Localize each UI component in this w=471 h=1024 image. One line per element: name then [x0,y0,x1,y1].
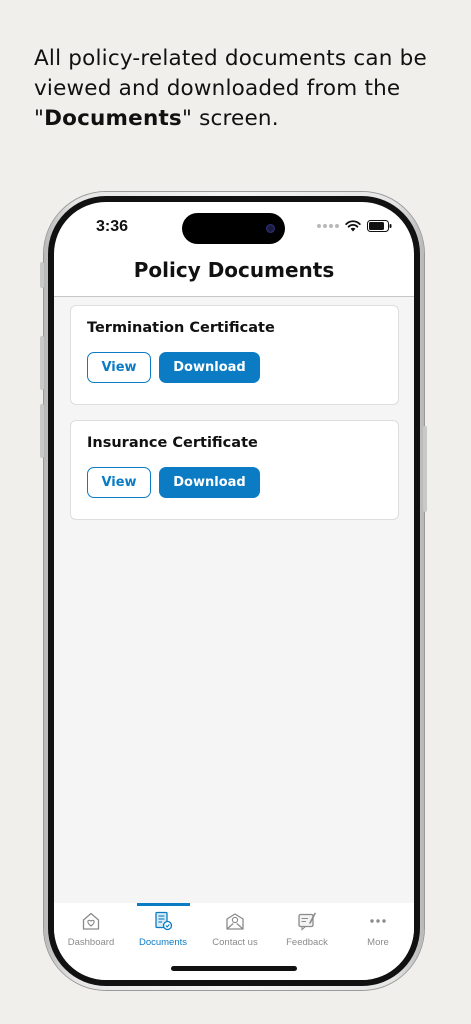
caption-quote-open: " [34,106,45,131]
tab-label: More [367,937,389,948]
document-card: Termination Certificate View Download [70,305,399,405]
home-indicator[interactable] [171,966,297,971]
document-icon [155,911,173,931]
tab-contact-us[interactable]: Contact us [199,903,271,963]
signal-icon [317,224,339,228]
camera-icon [266,224,275,233]
phone-screen: 3:36 Policy Documents Termination Certif… [54,202,414,980]
tab-dashboard[interactable]: Dashboard [55,903,127,963]
promo-caption: All policy-related documents can be view… [34,44,444,134]
feedback-icon [298,912,316,931]
document-title: Termination Certificate [87,320,275,336]
caption-text-1: All policy-related documents can be view… [34,46,427,101]
caption-quote-close: " [181,106,193,131]
tab-more[interactable]: More [342,903,414,963]
dynamic-island [182,213,285,244]
more-dots-icon [370,919,386,923]
phone-volume-down-button [40,404,44,458]
tab-feedback[interactable]: Feedback [271,903,343,963]
page-title: Policy Documents [133,258,335,282]
phone-power-button [423,426,427,512]
tab-label: Feedback [286,937,328,948]
home-heart-icon [82,912,100,930]
caption-bold: Documents [44,106,182,131]
phone-action-button [40,262,44,288]
tab-label: Dashboard [67,937,115,948]
documents-list: Termination Certificate View Download In… [54,297,414,903]
tab-label: Documents [138,937,188,948]
status-time: 3:36 [96,218,129,235]
battery-icon [367,220,392,232]
wifi-icon [345,220,361,232]
view-button[interactable]: View [87,467,151,498]
document-title: Insurance Certificate [87,435,258,451]
phone-volume-up-button [40,336,44,390]
download-button[interactable]: Download [159,467,260,498]
envelope-icon [226,913,244,930]
status-icons [317,220,392,232]
view-button[interactable]: View [87,352,151,383]
document-card: Insurance Certificate View Download [70,420,399,520]
caption-text-2: screen. [192,106,279,131]
tab-documents[interactable]: Documents [127,903,199,963]
download-button[interactable]: Download [159,352,260,383]
tab-label: Contact us [212,937,258,948]
